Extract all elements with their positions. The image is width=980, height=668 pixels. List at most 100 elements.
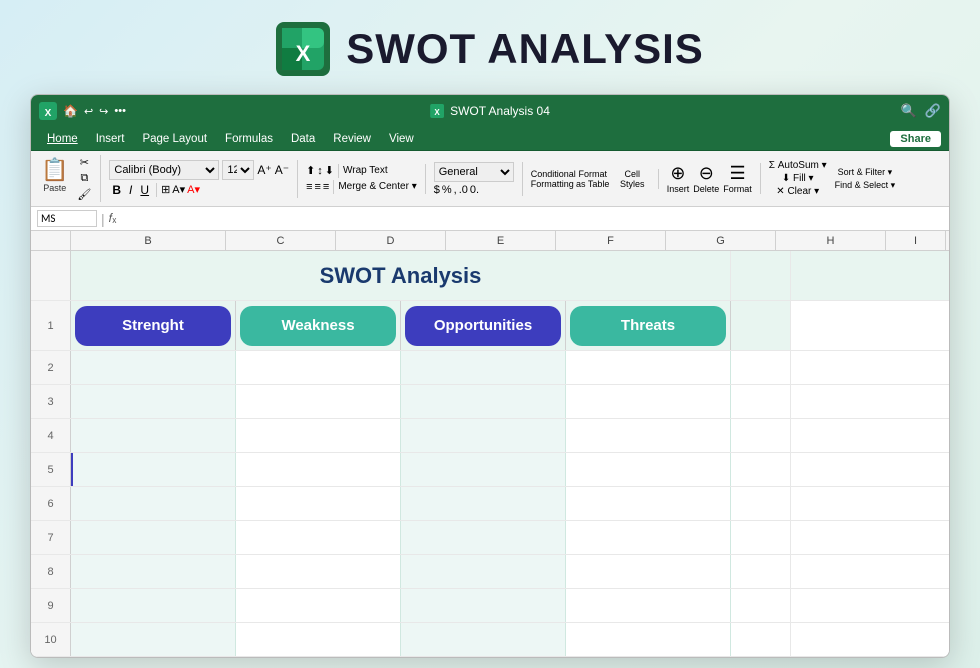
opportunities-header-btn[interactable]: Opportunities bbox=[405, 306, 561, 346]
data-cell-e5[interactable] bbox=[566, 453, 731, 486]
weakness-header-btn[interactable]: Weakness bbox=[240, 306, 396, 346]
data-cell-b4[interactable] bbox=[71, 419, 236, 452]
data-cell-c8[interactable] bbox=[236, 555, 401, 588]
conditional-formatting-button[interactable]: Conditional Formatting bbox=[531, 169, 571, 189]
fill-button[interactable]: ⬇ Fill ▾ bbox=[769, 173, 827, 184]
data-cell-e7[interactable] bbox=[566, 521, 731, 554]
align-bottom-button[interactable]: ⬇ bbox=[325, 164, 334, 178]
decimal-decrease-button[interactable]: 0. bbox=[470, 184, 479, 196]
cell-reference-input[interactable] bbox=[37, 210, 97, 227]
share-button[interactable]: Share bbox=[890, 131, 941, 147]
format-as-table-button[interactable]: Format as Table bbox=[573, 169, 613, 189]
redo-icon[interactable]: ↪ bbox=[99, 105, 108, 118]
strength-header-btn[interactable]: Strenght bbox=[75, 306, 231, 346]
clear-button[interactable]: ✕ Clear ▾ bbox=[769, 186, 827, 197]
fill-color-button[interactable]: A▾ bbox=[172, 183, 185, 196]
decimal-increase-button[interactable]: .0 bbox=[459, 184, 468, 196]
data-cell-b7[interactable] bbox=[71, 521, 236, 554]
col-header-g[interactable]: G bbox=[666, 231, 776, 250]
data-cell-c2[interactable] bbox=[236, 351, 401, 384]
data-cell-d3[interactable] bbox=[401, 385, 566, 418]
font-name-select[interactable]: Calibri (Body) bbox=[109, 160, 219, 180]
align-right-button[interactable]: ≡ bbox=[323, 180, 329, 194]
font-color-button[interactable]: A▾ bbox=[187, 183, 200, 196]
data-cell-b5[interactable] bbox=[71, 453, 236, 486]
col-header-c[interactable]: C bbox=[226, 231, 336, 250]
data-cell-b8[interactable] bbox=[71, 555, 236, 588]
cut-button[interactable]: ✂ bbox=[74, 155, 94, 170]
delete-cells-button[interactable]: ⊖Delete bbox=[693, 163, 719, 194]
align-top-button[interactable]: ⬆ bbox=[306, 164, 315, 178]
data-cell-e6[interactable] bbox=[566, 487, 731, 520]
data-cell-d4[interactable] bbox=[401, 419, 566, 452]
number-format-select[interactable]: General bbox=[434, 162, 514, 182]
menu-home[interactable]: Home bbox=[39, 131, 86, 147]
data-cell-b3[interactable] bbox=[71, 385, 236, 418]
menu-data[interactable]: Data bbox=[283, 131, 323, 147]
col-header-e[interactable]: E bbox=[446, 231, 556, 250]
data-cell-e4[interactable] bbox=[566, 419, 731, 452]
menu-formulas[interactable]: Formulas bbox=[217, 131, 281, 147]
data-cell-c4[interactable] bbox=[236, 419, 401, 452]
share-link-icon[interactable]: 🔗 bbox=[925, 103, 941, 119]
data-cell-c10[interactable] bbox=[236, 623, 401, 656]
currency-button[interactable]: $ bbox=[434, 184, 440, 196]
border-button[interactable]: ⊞ bbox=[161, 183, 170, 196]
menu-view[interactable]: View bbox=[381, 131, 422, 147]
data-cell-b9[interactable] bbox=[71, 589, 236, 622]
col-header-d[interactable]: D bbox=[336, 231, 446, 250]
formula-input[interactable] bbox=[124, 212, 943, 225]
search-icon[interactable]: 🔍 bbox=[901, 103, 917, 119]
align-center-button[interactable]: ≡ bbox=[314, 180, 320, 194]
data-cell-d6[interactable] bbox=[401, 487, 566, 520]
data-cell-d7[interactable] bbox=[401, 521, 566, 554]
merge-center-button[interactable]: Merge & Center ▾ bbox=[338, 180, 416, 194]
copy-button[interactable]: ⧉ bbox=[74, 171, 94, 186]
col-header-b[interactable]: B bbox=[71, 231, 226, 250]
data-cell-c5[interactable] bbox=[236, 453, 401, 486]
data-cell-e3[interactable] bbox=[566, 385, 731, 418]
comma-button[interactable]: , bbox=[454, 184, 457, 196]
data-cell-b2[interactable] bbox=[71, 351, 236, 384]
data-cell-e10[interactable] bbox=[566, 623, 731, 656]
font-size-select[interactable]: 12 bbox=[222, 160, 254, 180]
menu-insert[interactable]: Insert bbox=[88, 131, 133, 147]
bold-button[interactable]: B bbox=[109, 182, 124, 198]
font-size-increase-button[interactable]: A⁺ bbox=[257, 163, 271, 177]
data-cell-c6[interactable] bbox=[236, 487, 401, 520]
data-cell-c7[interactable] bbox=[236, 521, 401, 554]
data-cell-d8[interactable] bbox=[401, 555, 566, 588]
data-cell-d2[interactable] bbox=[401, 351, 566, 384]
align-middle-button[interactable]: ↕ bbox=[317, 164, 323, 178]
underline-button[interactable]: U bbox=[137, 182, 152, 198]
autosum-button[interactable]: Σ AutoSum ▾ bbox=[769, 160, 827, 171]
sort-filter-button[interactable]: Sort & Filter ▾ bbox=[835, 167, 896, 178]
data-cell-c9[interactable] bbox=[236, 589, 401, 622]
data-cell-d5[interactable] bbox=[401, 453, 566, 486]
menu-review[interactable]: Review bbox=[325, 131, 379, 147]
format-painter-button[interactable]: 🖌 bbox=[74, 187, 94, 202]
paste-button[interactable]: 📋 Paste bbox=[37, 155, 72, 195]
insert-cells-button[interactable]: ⊕Insert bbox=[667, 163, 690, 194]
menu-page-layout[interactable]: Page Layout bbox=[134, 131, 215, 147]
data-cell-e8[interactable] bbox=[566, 555, 731, 588]
format-cells-button[interactable]: ☰Format bbox=[723, 163, 752, 194]
col-header-f[interactable]: F bbox=[556, 231, 666, 250]
home-icon[interactable]: 🏠 bbox=[63, 104, 78, 118]
cell-styles-button[interactable]: Cell Styles bbox=[615, 169, 650, 189]
find-select-button[interactable]: Find & Select ▾ bbox=[835, 180, 896, 191]
percent-button[interactable]: % bbox=[442, 184, 452, 196]
undo-icon[interactable]: ↩ bbox=[84, 105, 93, 118]
data-cell-e9[interactable] bbox=[566, 589, 731, 622]
data-cell-b10[interactable] bbox=[71, 623, 236, 656]
data-cell-b6[interactable] bbox=[71, 487, 236, 520]
font-size-decrease-button[interactable]: A⁻ bbox=[275, 163, 289, 177]
threats-header-btn[interactable]: Threats bbox=[570, 306, 726, 346]
data-cell-c3[interactable] bbox=[236, 385, 401, 418]
italic-button[interactable]: I bbox=[126, 182, 135, 198]
data-cell-d10[interactable] bbox=[401, 623, 566, 656]
col-header-h[interactable]: H bbox=[776, 231, 886, 250]
more-icon[interactable]: ••• bbox=[114, 105, 126, 117]
col-header-i[interactable]: I bbox=[886, 231, 946, 250]
data-cell-d9[interactable] bbox=[401, 589, 566, 622]
